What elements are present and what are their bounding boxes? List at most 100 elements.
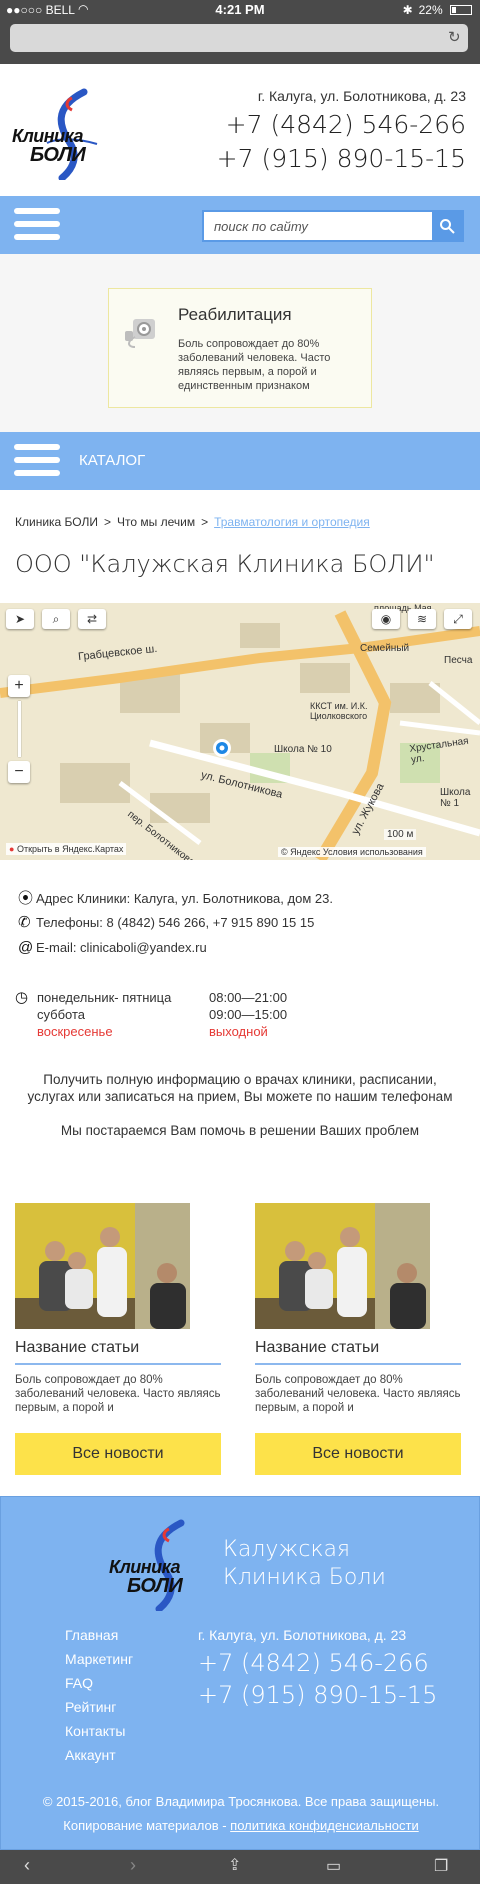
footer-nav-marketing[interactable]: Маркетинг (65, 1651, 133, 1667)
site-footer: Клиника БОЛИ Калужская Клиника Боли Глав… (0, 1496, 480, 1850)
all-news-button[interactable]: Все новости (255, 1433, 461, 1475)
promo-title: Реабилитация (178, 305, 292, 324)
doctors-photo-image (255, 1203, 430, 1329)
search-icon (440, 219, 455, 234)
phone-icon: ✆ (18, 914, 31, 931)
footer-nav-faq[interactable]: FAQ (65, 1675, 93, 1691)
breadcrumb-separator: > (104, 515, 112, 529)
catalog-menu-icon[interactable] (14, 444, 60, 483)
locate-arrow-icon: ➤ (14, 612, 26, 626)
article-photo[interactable] (255, 1203, 430, 1329)
forward-icon[interactable]: › (130, 1855, 136, 1876)
article-title[interactable]: Название статьи (15, 1339, 221, 1365)
footer-phone-1[interactable]: +7 (4842) 546-266 (198, 1649, 429, 1677)
map-route-button[interactable]: ⇄ (78, 609, 106, 629)
battery-level: 22% (418, 3, 443, 17)
copy-notice: Копирование материалов - (63, 1818, 231, 1833)
footer-nav-rating[interactable]: Рейтинг (65, 1699, 116, 1715)
footer-logo[interactable]: Клиника БОЛИ (109, 1519, 209, 1611)
status-bar: ●●○○○ BELL ◠ 4:21 PM ✱ 22% (0, 0, 480, 20)
breadcrumb-home[interactable]: Клиника БОЛИ (15, 515, 98, 529)
contact-address: ⦿ Адрес Клиники: Калуга, ул. Болотникова,… (18, 887, 333, 908)
hours-weekdays-time: 08:00—21:00 (209, 990, 288, 1005)
doctors-photo-image (15, 1203, 190, 1329)
search-icon: ⌕ (52, 612, 60, 626)
menu-burger-icon[interactable] (14, 208, 60, 247)
bookmarks-icon[interactable]: ▭ (326, 1856, 341, 1876)
zoom-in-button[interactable]: + (8, 675, 30, 697)
map-search-button[interactable]: ⌕ (42, 609, 70, 629)
footer-address: г. Калуга, ул. Болотникова, д. 23 (198, 1627, 407, 1643)
footer-phone-2[interactable]: +7 (915) 890-15-15 (198, 1681, 437, 1709)
hours-sunday-label: воскресенье (37, 1024, 113, 1039)
traffic-icon: ◉ (380, 612, 392, 626)
location-pin-icon: ⦿ (18, 890, 34, 907)
street-label-pescha: Песча (444, 655, 473, 666)
clock-icon: ◷ (15, 989, 29, 1006)
map-canvas (0, 603, 480, 860)
all-news-button[interactable]: Все новости (15, 1433, 221, 1475)
contact-address-text: Адрес Клиники: Калуга, ул. Болотникова, … (36, 891, 333, 906)
battery: ✱ 22% (403, 3, 472, 17)
hours-saturday-label: суббота (37, 1007, 86, 1022)
reload-icon[interactable]: ↻ (448, 30, 464, 46)
poi-kkst: ККСТ им. И.К. Циолковского (310, 701, 368, 721)
back-icon[interactable]: ‹ (24, 1855, 30, 1876)
search-box (202, 210, 464, 242)
share-icon[interactable]: ⇪ (228, 1855, 241, 1875)
footer-nav-contacts[interactable]: Контакты (65, 1723, 125, 1739)
search-button[interactable] (432, 212, 462, 240)
open-in-yandex-link[interactable]: ● Открыть в Яндекс.Картах (6, 843, 127, 855)
open-in-yandex-label: Открыть в Яндекс.Картах (16, 844, 124, 854)
browser-bottom-toolbar: ‹ › ⇪ ▭ ❐ (0, 1850, 480, 1884)
privacy-policy-link[interactable]: политика конфиденсиальности (230, 1818, 419, 1833)
map-fullscreen-button[interactable]: ⤢ (444, 609, 472, 629)
zoom-slider[interactable] (18, 701, 21, 757)
search-input[interactable] (204, 212, 432, 240)
header-phone-2[interactable]: +7 (915) 890-15-15 (217, 144, 466, 173)
hours-weekdays-label: понедельник- пятница (37, 990, 172, 1005)
contact-phones: ✆ Телефоны: 8 (4842) 546 266, +7 915 890 … (18, 913, 314, 931)
article-title[interactable]: Название статьи (255, 1339, 461, 1365)
footer-brand-line2: Клиника Боли (223, 1565, 386, 1590)
email-at-icon: @ (18, 939, 34, 956)
help-text: Мы постараемся Вам помочь в решении Ваши… (60, 1123, 420, 1138)
footer-nav-account[interactable]: Аккаунт (65, 1747, 116, 1763)
map-traffic-button[interactable]: ◉ (372, 609, 400, 629)
tabs-icon[interactable]: ❐ (434, 1856, 448, 1876)
footer-nav-home[interactable]: Главная (65, 1627, 118, 1643)
map-layers-button[interactable]: ≋ (408, 609, 436, 629)
zoom-out-button[interactable]: − (8, 761, 30, 783)
footer-logo-line2: БОЛИ (127, 1575, 183, 1597)
logo-line2: БОЛИ (30, 144, 86, 166)
clinic-map[interactable]: Грабцевское ш. ул. Болотникова ул. Жуков… (0, 603, 480, 860)
breadcrumb: Клиника БОЛИ > Что мы лечим > Травматология … (15, 515, 370, 529)
info-text: Получить полную информацию о врачах клин… (27, 1072, 453, 1104)
contact-email-text[interactable]: E-mail: clinicaboli@yandex.ru (36, 940, 207, 955)
footer-privacy-line: Копирование материалов - политика конфид… (1, 1818, 480, 1833)
footer-brand-line1: Калужская (223, 1537, 351, 1562)
breadcrumb-what-we-treat[interactable]: Что мы лечим (117, 515, 195, 529)
article-excerpt: Боль сопровождает до 80% заболеваний чел… (255, 1374, 461, 1414)
article-excerpt: Боль сопровождает до 80% заболеваний чел… (15, 1374, 221, 1414)
promo-text: Боль сопровождает до 80% заболеваний чел… (178, 338, 331, 392)
bluetooth-icon: ✱ (402, 3, 413, 17)
catalog-bar[interactable]: КАТАЛОГ (0, 432, 480, 490)
hours-sunday-time: выходной (209, 1024, 268, 1039)
footer-copyright: © 2015-2016, блог Владимира Тросянкова. … (42, 1794, 440, 1809)
hours-saturday-time: 09:00—15:00 (209, 1007, 288, 1022)
address-bar[interactable] (10, 24, 468, 52)
article-card: Название статьи Боль сопровождает до 80%… (255, 1203, 461, 1475)
header-address: г. Калуга, ул. Болотникова, д. 23 (257, 88, 466, 104)
header-phone-1[interactable]: +7 (4842) 546-266 (226, 110, 466, 139)
poi-school-1: Школа № 1 (440, 787, 471, 809)
map-locate-button[interactable]: ➤ (6, 609, 34, 629)
breadcrumb-separator: > (201, 515, 209, 529)
promo-card[interactable]: Реабилитация Боль сопровождает до 80% за… (108, 288, 372, 408)
article-photo[interactable] (15, 1203, 190, 1329)
breadcrumb-current[interactable]: Травматология и ортопедия (214, 515, 370, 529)
layers-icon: ≋ (416, 612, 428, 626)
contact-phones-text[interactable]: Телефоны: 8 (4842) 546 266, +7 915 890 1… (36, 915, 314, 930)
clinic-logo[interactable]: Клиника БОЛИ (12, 88, 112, 180)
article-card: Название статьи Боль сопровождает до 80%… (15, 1203, 221, 1475)
